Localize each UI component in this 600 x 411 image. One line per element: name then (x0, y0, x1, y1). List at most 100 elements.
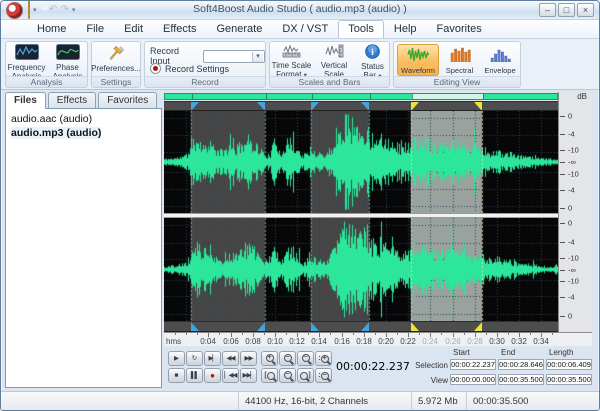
cue-start-marker[interactable] (191, 102, 199, 111)
ribbon-group-settings: Preferences... Settings (91, 41, 141, 88)
go-to-end-button[interactable]: ▶▶▏ (240, 368, 257, 383)
loop-button[interactable]: ↻ (186, 351, 203, 366)
cue-start-marker[interactable] (191, 322, 199, 331)
cue-start-marker[interactable] (311, 322, 319, 331)
new-file-icon[interactable] (28, 1, 30, 19)
fast-forward-button[interactable]: ▶▶ (240, 351, 257, 366)
close-button[interactable]: × (577, 3, 594, 17)
marker-strip-top[interactable] (164, 101, 558, 111)
file-list: audio.aac (audio)audio.mp3 (audio) (5, 108, 162, 388)
cue-end-marker[interactable] (257, 322, 265, 331)
zoom-in-button[interactable]: + (261, 351, 278, 366)
vertical-zoom-in-button[interactable]: :+ (315, 351, 332, 366)
ruler-label: 0:20 (378, 337, 394, 346)
selection-end-marker[interactable] (474, 102, 482, 111)
preferences-button[interactable]: Preferences... (93, 43, 139, 74)
selection-start-marker[interactable] (411, 322, 419, 331)
spectral-view-button[interactable]: Spectral (441, 44, 478, 76)
waveform-view-button[interactable]: Waveform (397, 44, 439, 76)
vertical-zoom-in-icon: + (321, 355, 329, 363)
stop-icon: ■ (175, 372, 179, 379)
sidebar-tab-files[interactable]: Files (5, 92, 46, 109)
pause-button[interactable]: ▌▌ (186, 368, 203, 383)
waveform-channel-right[interactable] (164, 218, 558, 321)
maximize-button[interactable]: □ (558, 3, 575, 17)
overview-region-line (483, 94, 484, 99)
zoom-full-suffix: ] (308, 372, 310, 379)
waveform-channel-left[interactable] (164, 111, 558, 213)
redo-icon[interactable]: ↷ (60, 5, 68, 15)
menu-tab-home[interactable]: Home (27, 20, 76, 38)
selection-length-value[interactable]: 00:00:06.409 (546, 359, 592, 370)
cue-end-marker[interactable] (361, 322, 369, 331)
menu-tab-edit[interactable]: Edit (114, 20, 153, 38)
status-file-size: 5.972 Mb (411, 392, 466, 410)
view-start-value[interactable]: 00:00:00.000 (450, 374, 496, 385)
view-row-label: View (409, 376, 448, 385)
rewind-icon: ◀◀ (227, 355, 235, 362)
record-icon: ● (210, 371, 215, 380)
selection-start-marker[interactable] (411, 102, 419, 111)
db-tick-label: -4 (568, 130, 575, 139)
menu-tab-file[interactable]: File (76, 20, 114, 38)
record-settings-label[interactable]: Record Settings (165, 64, 229, 74)
ruler-minor-tick (353, 333, 354, 335)
zoom-normal-button[interactable]: − (279, 368, 296, 383)
stop-button[interactable]: ■ (168, 368, 185, 383)
db-tick-label: 0 (568, 112, 572, 121)
menu-tab-tools[interactable]: Tools (338, 20, 384, 38)
quick-access-toolbar: ▾▾↶↷▾ (28, 3, 75, 17)
view-length-value[interactable]: 00:00:35.500 (546, 374, 592, 385)
zoom-previous-icon (267, 372, 275, 380)
record-input-select[interactable]: ▾ (203, 50, 265, 63)
selection-start-value[interactable]: 00:00:22.237 (450, 359, 496, 370)
menu-tab-effects[interactable]: Effects (153, 20, 206, 38)
zoom-out-button[interactable]: − (279, 351, 296, 366)
menu-tab-generate[interactable]: Generate (206, 20, 272, 38)
play-to-end-button[interactable]: ▶▏ (204, 351, 221, 366)
hammer-icon (108, 44, 125, 64)
cue-start-marker[interactable] (311, 102, 319, 111)
record-button[interactable]: ● (204, 368, 221, 383)
ruler-minor-tick (197, 333, 198, 335)
cue-end-marker[interactable] (361, 102, 369, 111)
db-tick-label: 0 (568, 311, 572, 320)
selection-end-marker[interactable] (474, 322, 482, 331)
ruler-label: 0:26 (445, 337, 461, 346)
zoom-previous-button[interactable]: [ (261, 368, 278, 383)
menu-tab-help[interactable]: Help (384, 20, 427, 38)
go-to-start-button[interactable]: ▏◀◀ (222, 368, 239, 383)
view-end-value[interactable]: 00:00:35.500 (498, 374, 544, 385)
marker-strip-bottom[interactable] (164, 321, 558, 332)
envelope-view-button[interactable]: Envelope (480, 44, 520, 76)
undo-icon[interactable]: ↶ (49, 5, 57, 15)
play-button[interactable]: ▶ (168, 351, 185, 366)
minimize-button[interactable]: – (539, 3, 556, 17)
quick-access-menu-icon[interactable]: ▾ (72, 6, 76, 14)
vertical-zoom-out-button[interactable]: :− (315, 368, 332, 383)
overview-bar[interactable] (164, 93, 558, 100)
sidebar-tab-effects[interactable]: Effects (48, 92, 96, 109)
time-ruler[interactable]: hms0:040:060:080:100:120:140:160:180:200… (164, 332, 592, 346)
ruler-minor-tick (330, 333, 331, 335)
rewind-button[interactable]: ◀◀ (222, 351, 239, 366)
sidebar-tab-favorites[interactable]: Favorites (98, 92, 157, 109)
ruler-minor-tick (186, 333, 187, 335)
cue-end-marker[interactable] (257, 102, 265, 111)
menu-tab-favorites[interactable]: Favorites (427, 20, 492, 38)
ruler-minor-tick (419, 333, 420, 335)
zoom-normal-icon: − (284, 371, 292, 379)
zoom-to-selection-button[interactable]: ~ (297, 351, 314, 366)
ruler-minor-tick (508, 333, 509, 335)
db-tick (560, 208, 565, 209)
selection-header-start: Start (450, 348, 496, 357)
zoom-full-button[interactable]: ] (297, 368, 314, 383)
ruler-minor-tick (375, 333, 376, 335)
file-list-item[interactable]: audio.aac (audio) (6, 112, 161, 126)
selection-end-value[interactable]: 00:00:28.646 (498, 359, 544, 370)
app-logo-icon[interactable] (6, 2, 23, 19)
ribbon-group-scales: Time Scale Format ▾ Vertical Scale Forma… (269, 41, 390, 88)
menu-tab-dx-vst[interactable]: DX / VST (272, 20, 338, 38)
time-scale-format-button[interactable]: Time Scale Format ▾ (271, 43, 312, 80)
file-list-item[interactable]: audio.mp3 (audio) (6, 126, 161, 140)
